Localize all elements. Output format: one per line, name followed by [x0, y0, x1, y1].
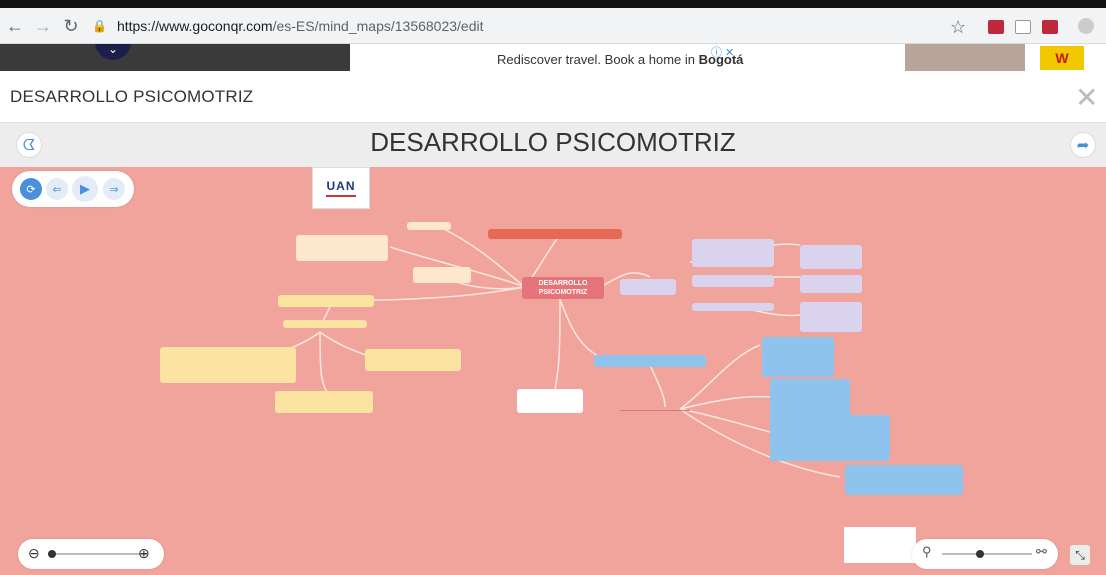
ad-photo: [905, 44, 1025, 71]
logo-text: UAN: [326, 179, 356, 193]
forward-arrow-icon[interactable]: →: [30, 13, 56, 39]
zoom-slider-track[interactable]: [48, 553, 148, 555]
mindmap-node[interactable]: [283, 320, 367, 328]
navigation-controls: ⟳ ⇐ ▶ ⇒: [12, 171, 134, 207]
lock-icon: 🔒: [92, 19, 107, 33]
mindmap-node[interactable]: [762, 337, 834, 377]
mindmap-node[interactable]: [278, 295, 374, 307]
url-path: /es-ES/mind_maps/13568023/edit: [272, 18, 484, 34]
mindmap-node[interactable]: [160, 347, 296, 383]
center-node-label: DESARROLLO PSICOMOTRIZ: [538, 280, 588, 296]
play-icon[interactable]: ▶: [72, 176, 98, 202]
zoom-slider-handle[interactable]: [48, 550, 56, 558]
branch-slider-handle[interactable]: [976, 550, 984, 558]
ad-text[interactable]: Rediscover travel. Book a home in Bogotá: [497, 52, 743, 67]
back-arrow-icon[interactable]: ←: [2, 13, 28, 39]
mindmap-canvas[interactable]: ⟳ ⇐ ▶ ⇒ UAN DESARROLLO PSICOMOTRIZ ⊖ ⊕ ⚲: [0, 167, 1106, 575]
mindmap-node-text[interactable]: [620, 407, 690, 411]
ad-banner[interactable]: ⌄ Rediscover travel. Book a home in Bogo…: [0, 44, 1106, 71]
mindmap-node[interactable]: [488, 229, 622, 239]
mindmap-node[interactable]: [275, 391, 373, 413]
ad-dark-area: [0, 44, 350, 71]
extension-icon[interactable]: [988, 20, 1004, 34]
close-icon[interactable]: ✕: [1075, 81, 1098, 114]
address-bar[interactable]: 🔒 https://www.goconqr.com/es-ES/mind_map…: [86, 12, 924, 40]
document-icon[interactable]: [1015, 20, 1031, 34]
mindmap-node[interactable]: [770, 415, 890, 461]
mindmap-title: DESARROLLO PSICOMOTRIZ: [370, 127, 736, 157]
mindmap-node[interactable]: [620, 279, 676, 295]
mindmap-node[interactable]: [770, 379, 850, 417]
browser-toolbar: ← → ↻ 🔒 https://www.goconqr.com/es-ES/mi…: [0, 8, 1106, 44]
preview-thumbnail[interactable]: [844, 527, 916, 563]
mindmap-node[interactable]: [692, 275, 774, 287]
mindmap-node[interactable]: [365, 349, 461, 371]
window-top-edge: [0, 0, 1106, 8]
mindmap-node[interactable]: [845, 465, 963, 495]
zoom-control: ⊖ ⊕: [18, 539, 164, 569]
ad-info-close-icon[interactable]: ⓘ ✕: [711, 44, 734, 60]
zoom-in-icon[interactable]: ⊕: [138, 545, 150, 562]
mindmap-node[interactable]: [594, 355, 706, 367]
person-icon[interactable]: ⚲: [922, 544, 932, 560]
zoom-out-icon[interactable]: ⊖: [28, 545, 40, 562]
ad-text-prefix: Rediscover travel. Book a home in: [497, 52, 699, 67]
mindmap-node[interactable]: [800, 302, 862, 332]
fullscreen-icon[interactable]: ⤡: [1070, 545, 1090, 565]
mindmap-toolbar: ᗧ DESARROLLO PSICOMOTRIZ ➦: [0, 123, 1106, 167]
mindmap-node[interactable]: [692, 239, 774, 267]
modal-title: DESARROLLO PSICOMOTRIZ: [10, 87, 254, 106]
bookmark-star-icon[interactable]: ☆: [950, 17, 966, 38]
reload-icon[interactable]: ↻: [58, 13, 84, 39]
logo-image[interactable]: UAN: [312, 167, 370, 209]
mindmap-node[interactable]: [407, 222, 451, 230]
mindmap-node[interactable]: [517, 389, 583, 413]
extension-icon-2[interactable]: [1042, 20, 1058, 34]
share-icon[interactable]: ➦: [1070, 132, 1096, 158]
mindmap-node[interactable]: [800, 275, 862, 293]
previous-icon[interactable]: ⇐: [46, 178, 68, 200]
modal-header: DESARROLLO PSICOMOTRIZ ✕: [0, 71, 1106, 123]
mindmap-node[interactable]: [692, 303, 774, 311]
branch-size-control: ⚲ ⚯: [912, 539, 1058, 569]
mindmap-node[interactable]: [413, 267, 471, 283]
url-host: https://www.goconqr.com: [116, 18, 273, 34]
next-icon[interactable]: ⇒: [103, 178, 125, 200]
branch-slider-track[interactable]: [942, 553, 1032, 555]
center-node[interactable]: DESARROLLO PSICOMOTRIZ: [522, 277, 604, 299]
refresh-icon[interactable]: ⟳: [20, 178, 42, 200]
ad-logo: W: [1040, 46, 1084, 70]
profile-icon[interactable]: [1078, 18, 1094, 34]
branches-icon[interactable]: ⚯: [1036, 544, 1047, 560]
mindmap-node[interactable]: [296, 235, 388, 261]
mindmap-node[interactable]: [800, 245, 862, 269]
logo-underline: [326, 195, 356, 197]
